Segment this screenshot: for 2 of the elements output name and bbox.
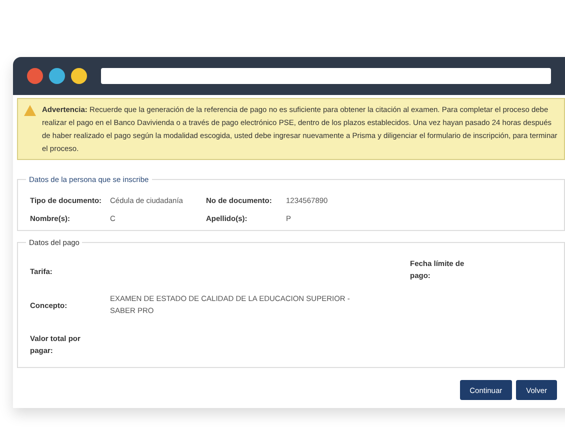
warning-icon: [24, 105, 36, 116]
address-bar[interactable]: [101, 68, 551, 84]
